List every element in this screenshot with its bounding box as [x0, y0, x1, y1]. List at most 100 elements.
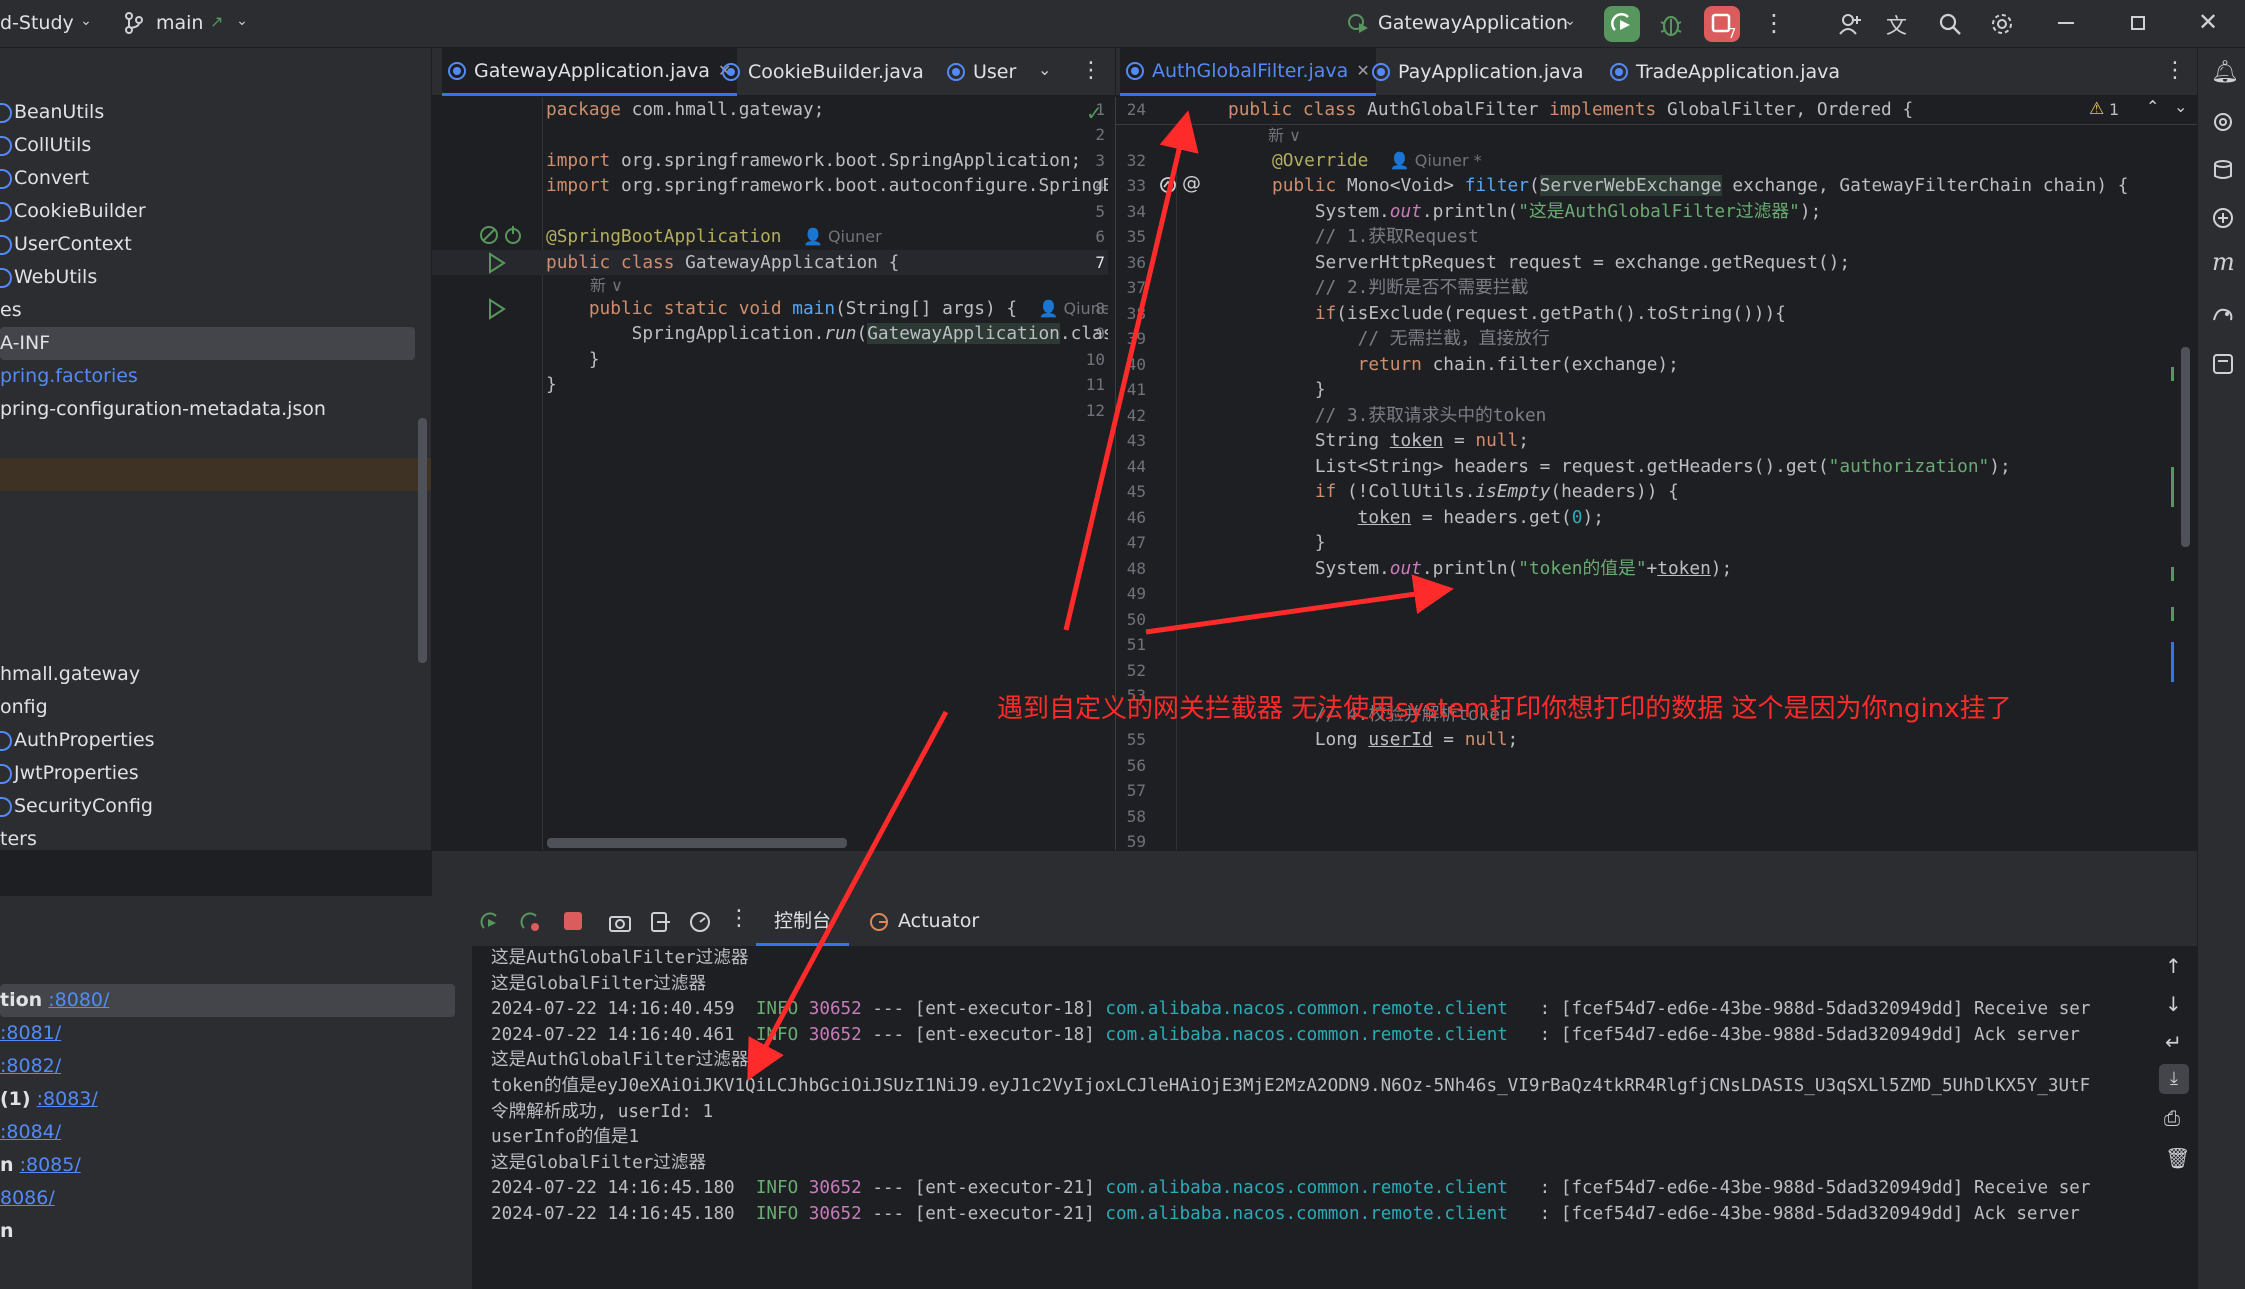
chevron-down-icon[interactable]: ⌄ — [1562, 13, 1578, 29]
arrow-up-icon[interactable]: ↑ — [2165, 954, 2182, 978]
tab-console[interactable]: 控制台 — [756, 896, 850, 946]
vertical-scrollbar[interactable] — [2181, 347, 2190, 547]
add-user-icon[interactable] — [1838, 12, 1862, 36]
gradle-icon[interactable] — [2211, 302, 2235, 326]
tab-authglobalfilter[interactable]: AuthGlobalFilter.java ✕ — [1120, 48, 1376, 96]
notifications-icon[interactable]: 🔔︎ — [2211, 60, 2239, 85]
translate-icon[interactable]: 文 — [1886, 10, 1907, 40]
console-line: userInfo的值是1 — [491, 1127, 640, 1148]
service-item-8084[interactable]: :8084/ — [0, 1116, 61, 1149]
service-item-8083[interactable]: (1) :8083/ — [0, 1083, 98, 1116]
run-icon[interactable] — [486, 252, 508, 274]
plugin-icon[interactable] — [2211, 206, 2235, 230]
run-icon[interactable] — [486, 298, 508, 320]
tree-item-authproperties[interactable]: AuthProperties — [0, 724, 415, 757]
more-icon[interactable]: ⋮ — [728, 906, 750, 931]
spring-bean-icon[interactable] — [478, 224, 500, 246]
class-icon — [448, 61, 466, 80]
project-name[interactable]: d-Study — [0, 12, 74, 34]
chevron-up-icon[interactable]: ⌃ — [2146, 97, 2159, 116]
tree-item-hmall-gateway[interactable]: hmall.gateway — [0, 658, 415, 691]
gear-icon[interactable] — [1990, 12, 2014, 36]
print-icon[interactable]: ⎙ — [2164, 1106, 2180, 1130]
rerun-failed-icon[interactable] — [518, 910, 542, 934]
service-item-8086[interactable]: 8086/ — [0, 1182, 55, 1215]
class-icon — [1126, 61, 1144, 80]
console-line: token的值是eyJ0eXAiOiJKV1QiLCJhbGciOiJSUzI1… — [491, 1076, 2091, 1096]
database-icon[interactable] — [2211, 158, 2235, 182]
tree-item-meta-inf[interactable]: A-INF — [0, 327, 415, 360]
debug-icon[interactable] — [1657, 10, 1685, 38]
search-icon[interactable] — [1938, 12, 1962, 36]
tab-user[interactable]: User — [947, 48, 1016, 96]
tree-item-usercontext[interactable]: UserContext — [0, 228, 415, 261]
branch-name[interactable]: main — [156, 12, 203, 34]
structure-icon[interactable] — [2211, 352, 2235, 376]
warning-count[interactable]: 1 — [2109, 100, 2119, 119]
tree-scrollbar[interactable] — [418, 418, 427, 663]
at-icon[interactable]: @ — [1182, 172, 1201, 194]
rerun-icon[interactable] — [478, 910, 502, 934]
override-icon[interactable] — [1158, 175, 1178, 195]
stop-button[interactable]: 7 — [1704, 6, 1740, 42]
exit-icon[interactable] — [648, 910, 672, 934]
service-item-8085[interactable]: n :8085/ — [0, 1149, 81, 1182]
minimize-icon[interactable] — [2058, 22, 2074, 24]
tree-item-securityconfig[interactable]: SecurityConfig — [0, 790, 415, 823]
service-item-8080[interactable]: tion :8080/ — [0, 984, 109, 1017]
scroll-to-end-icon[interactable]: ⤓ — [2159, 1064, 2189, 1094]
console-output[interactable]: 这是AuthGlobalFilter过滤器 这是GlobalFilter过滤器 … — [473, 946, 2153, 1289]
ai-assistant-icon[interactable] — [2211, 110, 2235, 134]
trash-icon[interactable]: 🗑︎ — [2165, 1146, 2190, 1170]
tree-item-collutils[interactable]: CollUtils — [0, 129, 415, 162]
tab-gatewayapplication[interactable]: GatewayApplication.java ✕ — [442, 48, 738, 96]
more-icon[interactable]: ⋮ — [1762, 9, 1786, 37]
camera-icon[interactable] — [608, 910, 632, 934]
horizontal-scrollbar[interactable] — [547, 838, 847, 848]
restore-icon[interactable] — [2131, 16, 2145, 30]
tree-item-spring-config-metadata[interactable]: pring-configuration-metadata.json — [0, 393, 415, 426]
tree-item-cookiebuilder[interactable]: CookieBuilder — [0, 195, 415, 228]
more-icon[interactable]: ⋮ — [2164, 58, 2186, 83]
chevron-down-icon[interactable]: ⌄ — [1038, 60, 1051, 79]
run-config-name[interactable]: GatewayApplication — [1378, 12, 1568, 34]
check-icon: ✓ — [1086, 101, 1103, 125]
tree-item-beanutils[interactable]: BeanUtils — [0, 96, 415, 129]
more-icon[interactable]: ⋮ — [1080, 58, 1102, 83]
spring-boot-icon[interactable] — [502, 224, 524, 246]
right-editor[interactable]: 24 public class AuthGlobalFilter impleme… — [1115, 97, 2197, 850]
right-editor-tabbar: AuthGlobalFilter.java ✕ PayApplication.ja… — [1115, 48, 2197, 96]
tree-item-filters[interactable]: ters — [0, 823, 415, 850]
class-icon — [1372, 63, 1390, 81]
tree-item-resources[interactable]: es — [0, 294, 415, 327]
class-icon — [947, 63, 965, 81]
chevron-down-icon[interactable]: ⌄ — [234, 13, 250, 29]
tree-item-jwtproperties[interactable]: JwtProperties — [0, 757, 415, 790]
arrow-down-icon[interactable]: ↓ — [2165, 992, 2182, 1016]
close-icon[interactable]: ✕ — [1356, 61, 1369, 80]
chevron-down-icon[interactable]: ⌄ — [78, 13, 94, 29]
left-editor[interactable]: 1 2 3 4 5 6 7 8 9 10 11 12 ✓ package com… — [432, 97, 1115, 850]
tab-cookiebuilder[interactable]: CookieBuilder.java — [722, 48, 924, 96]
tree-item-convert[interactable]: Convert — [0, 162, 415, 195]
stop-icon: 7 — [1711, 13, 1736, 42]
console-line: 令牌解析成功, userId: 1 — [491, 1101, 714, 1122]
close-icon[interactable]: ✕ — [2198, 8, 2218, 36]
rerun-button[interactable] — [1604, 6, 1640, 42]
maven-icon[interactable]: m — [2212, 248, 2235, 276]
panel-splitter[interactable] — [432, 850, 2197, 896]
tab-payapplication[interactable]: PayApplication.java — [1372, 48, 1584, 96]
tab-tradeapplication[interactable]: TradeApplication.java — [1610, 48, 1840, 96]
chevron-down-icon[interactable]: ⌄ — [2174, 97, 2187, 116]
tree-item-spring-factories[interactable]: pring.factories — [0, 360, 415, 393]
tab-actuator[interactable]: Actuator — [898, 896, 979, 946]
stop-icon[interactable] — [564, 912, 582, 930]
tree-item-config[interactable]: onfig — [0, 691, 415, 724]
tree-item-webutils[interactable]: WebUtils — [0, 261, 415, 294]
service-item-8081[interactable]: :8081/ — [0, 1017, 61, 1050]
gauge-icon[interactable] — [688, 910, 712, 934]
service-item-last[interactable]: n — [0, 1215, 14, 1248]
soft-wrap-icon[interactable]: ↵ — [2165, 1030, 2182, 1054]
warning-icon[interactable]: ⚠ — [2089, 99, 2104, 119]
service-item-8082[interactable]: :8082/ — [0, 1050, 61, 1083]
